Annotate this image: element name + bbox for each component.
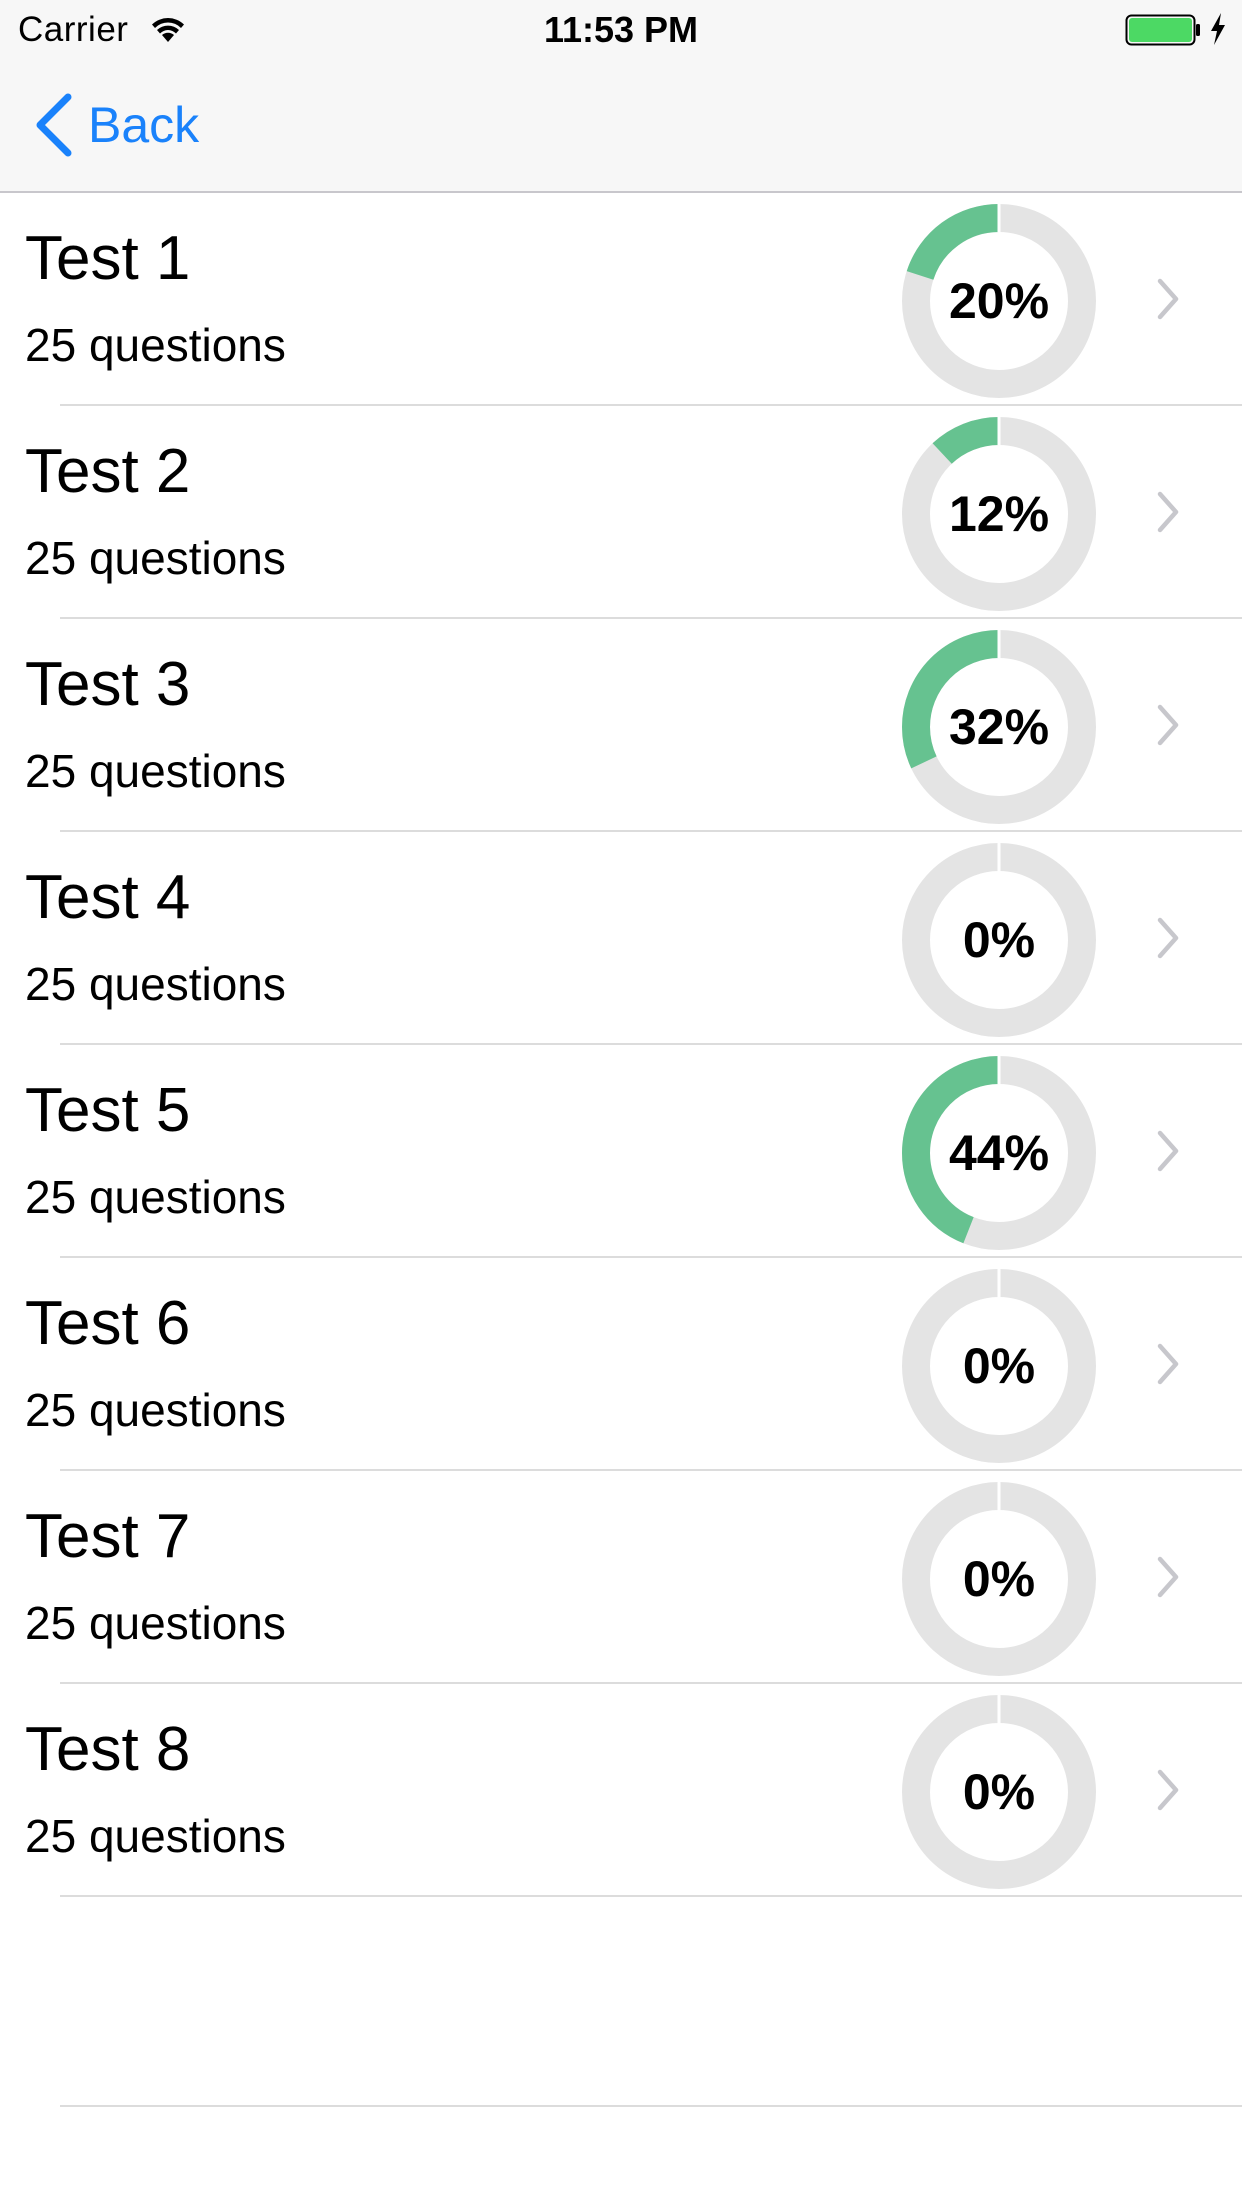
back-button[interactable]: Back bbox=[30, 90, 199, 160]
chevron-right-icon bbox=[1157, 1130, 1179, 1172]
top-bar: Carrier 11:53 PM Back bbox=[0, 0, 1242, 193]
screen: Carrier 11:53 PM Back Test 1 25 question… bbox=[0, 0, 1242, 2208]
test-title: Test 5 bbox=[25, 1076, 191, 1145]
test-row[interactable]: Test 6 25 questions 0% bbox=[0, 1258, 1242, 1471]
chevron-left-icon bbox=[36, 93, 72, 157]
test-title: Test 6 bbox=[25, 1289, 191, 1358]
chevron-right-icon bbox=[1157, 1769, 1179, 1811]
test-question-count: 25 questions bbox=[25, 1171, 286, 1223]
battery-icon bbox=[1125, 14, 1200, 46]
test-question-count: 25 questions bbox=[25, 532, 286, 584]
test-title: Test 7 bbox=[25, 1502, 191, 1571]
chevron-right-icon bbox=[1157, 1556, 1179, 1598]
chevron-right-icon bbox=[1157, 278, 1179, 320]
navigation-bar: Back bbox=[0, 60, 1242, 191]
back-label: Back bbox=[88, 97, 200, 153]
progress-percent-label: 12% bbox=[948, 486, 1050, 542]
test-question-count: 25 questions bbox=[25, 1597, 286, 1649]
progress-percent-label: 44% bbox=[948, 1125, 1050, 1181]
progress-percent-label: 0% bbox=[962, 912, 1036, 968]
progress-percent-label: 0% bbox=[962, 1338, 1036, 1394]
test-list: Test 1 25 questions 20% Test 2 25 questions 1… bbox=[0, 193, 1242, 1897]
progress-percent-label: 0% bbox=[962, 1764, 1036, 1820]
test-row[interactable]: Test 8 25 questions 0% bbox=[0, 1684, 1242, 1897]
charging-bolt-icon bbox=[1211, 13, 1225, 45]
test-row[interactable]: Test 5 25 questions 44% bbox=[0, 1045, 1242, 1258]
progress-percent-label: 0% bbox=[962, 1551, 1036, 1607]
test-question-count: 25 questions bbox=[25, 745, 286, 797]
status-time: 11:53 PM bbox=[543, 9, 699, 50]
chevron-right-icon bbox=[1157, 917, 1179, 959]
row-separator bbox=[60, 2105, 1242, 2107]
test-title: Test 8 bbox=[25, 1715, 191, 1784]
progress-percent-label: 32% bbox=[948, 699, 1050, 755]
test-question-count: 25 questions bbox=[25, 1810, 286, 1862]
progress-percent-label: 20% bbox=[948, 273, 1050, 329]
chevron-right-icon bbox=[1157, 704, 1179, 746]
test-question-count: 25 questions bbox=[25, 1384, 286, 1436]
test-title: Test 3 bbox=[25, 650, 191, 719]
test-title: Test 4 bbox=[25, 863, 191, 932]
chevron-right-icon bbox=[1157, 491, 1179, 533]
row-separator bbox=[60, 1895, 1242, 1897]
test-question-count: 25 questions bbox=[25, 319, 286, 371]
test-row[interactable]: Test 7 25 questions 0% bbox=[0, 1471, 1242, 1684]
test-question-count: 25 questions bbox=[25, 958, 286, 1010]
test-row[interactable]: Test 2 25 questions 12% bbox=[0, 406, 1242, 619]
chevron-right-icon bbox=[1157, 1343, 1179, 1385]
test-row[interactable]: Test 3 25 questions 32% bbox=[0, 619, 1242, 832]
test-title: Test 1 bbox=[25, 224, 191, 293]
test-row[interactable]: Test 1 25 questions 20% bbox=[0, 193, 1242, 406]
test-row[interactable]: Test 4 25 questions 0% bbox=[0, 832, 1242, 1045]
test-title: Test 2 bbox=[25, 437, 191, 506]
status-bar: Carrier 11:53 PM bbox=[0, 0, 1242, 60]
